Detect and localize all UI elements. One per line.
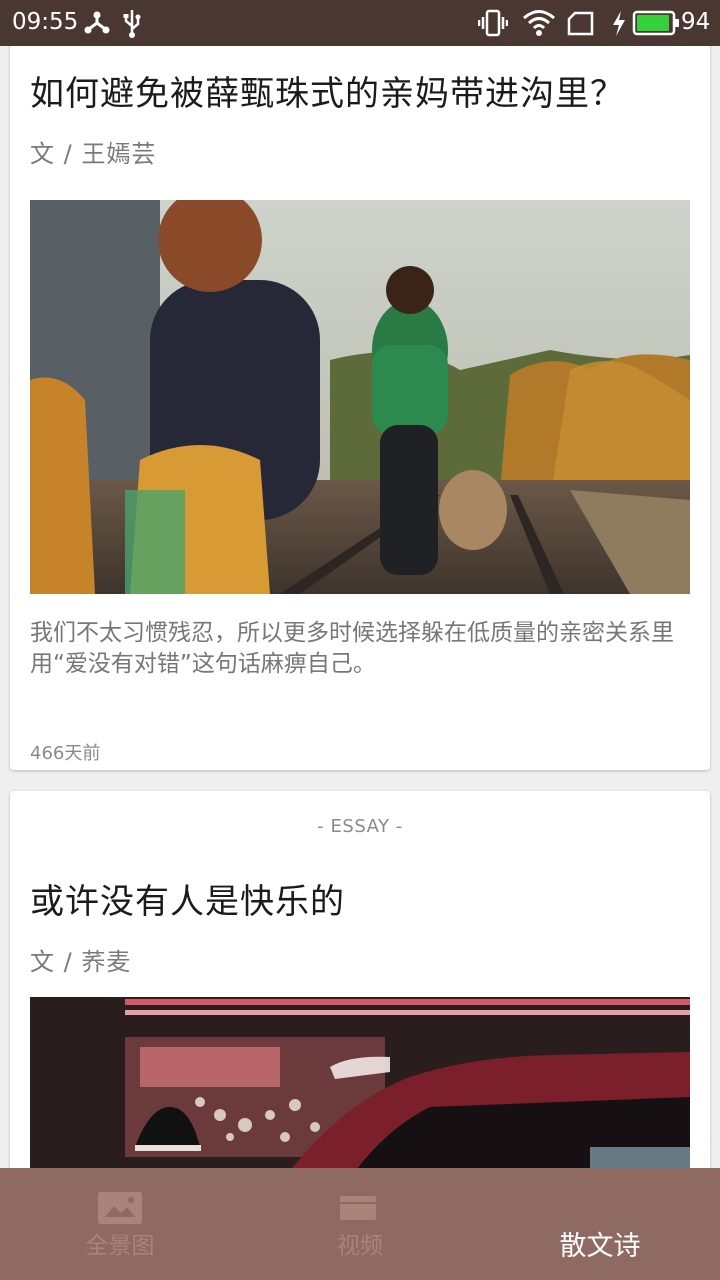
article-feed[interactable]: 如何避免被薛甄珠式的亲妈带进沟里？ 文 / 王嫣芸 我们不太习惯残忍，所以更多时… xyxy=(0,46,720,1168)
battery-icon xyxy=(632,10,679,36)
article-photo[interactable] xyxy=(30,997,690,1168)
nav-item-prose-poetry[interactable]: 散文诗 xyxy=(480,1168,720,1280)
article-time: 466天前 xyxy=(30,743,101,764)
article-tag: - ESSAY - xyxy=(317,816,403,837)
vibrate-icon xyxy=(478,9,508,37)
nav-label: 视频 xyxy=(337,1233,383,1259)
usb-icon xyxy=(123,10,141,38)
bottom-nav: 全景图 视频 散文诗 xyxy=(0,1168,720,1280)
battery-percent: 94 xyxy=(681,9,711,35)
sim-icon xyxy=(567,11,594,36)
status-bar: 09:55 94 xyxy=(0,0,720,46)
charging-icon xyxy=(613,11,625,36)
nav-item-panorama[interactable]: 全景图 xyxy=(0,1168,240,1280)
wifi-icon xyxy=(523,10,555,36)
article-card[interactable]: - ESSAY - 或许没有人是快乐的 文 / 荞麦 xyxy=(10,791,710,1168)
article-author: 文 / 荞麦 xyxy=(30,948,132,976)
article-excerpt: 我们不太习惯残忍，所以更多时候选择躲在低质量的亲密关系里用“爱没有对错”这句话麻… xyxy=(30,620,674,677)
article-title[interactable]: 或许没有人是快乐的 xyxy=(30,874,345,923)
nav-label: 散文诗 xyxy=(559,1231,641,1262)
video-icon xyxy=(340,1196,376,1220)
usb-debug-icon xyxy=(84,11,110,34)
status-time: 09:55 xyxy=(12,9,79,35)
nav-item-video[interactable]: 视频 xyxy=(240,1168,480,1280)
nav-label: 全景图 xyxy=(85,1233,155,1259)
article-card[interactable]: 如何避免被薛甄珠式的亲妈带进沟里？ 文 / 王嫣芸 我们不太习惯残忍，所以更多时… xyxy=(10,46,710,770)
article-author: 文 / 王嫣芸 xyxy=(30,140,157,168)
panorama-image-icon xyxy=(98,1192,142,1224)
article-photo[interactable] xyxy=(30,200,690,594)
article-title[interactable]: 如何避免被薛甄珠式的亲妈带进沟里？ xyxy=(30,66,625,115)
